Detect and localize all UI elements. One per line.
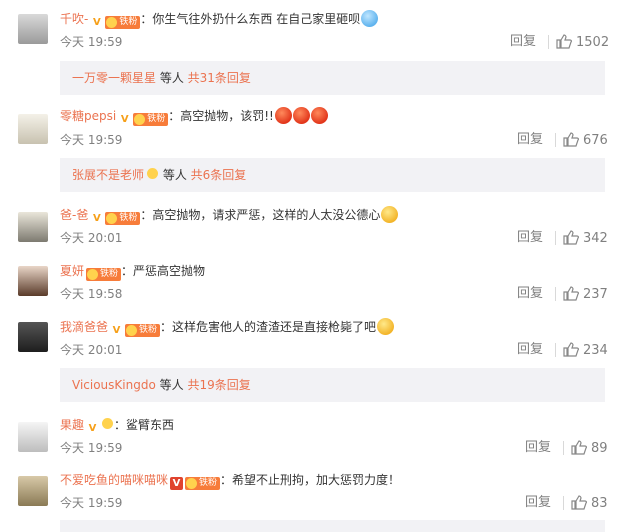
comment-time: 今天 20:01 xyxy=(60,343,123,357)
verified-v-icon: V xyxy=(92,213,101,224)
fan-icon xyxy=(106,213,118,224)
avatar[interactable] xyxy=(18,422,48,452)
thumbs-up-icon xyxy=(556,34,573,49)
verified-v-icon: V xyxy=(92,17,101,28)
comment-text: 高空抛物，请求严惩，这样的人太没公德心 xyxy=(152,208,381,222)
username-link[interactable]: 零糖pepsi xyxy=(60,109,116,123)
like-button[interactable]: 83 xyxy=(571,495,608,512)
comment-time: 今天 19:59 xyxy=(60,441,123,455)
angry-emoji-icon xyxy=(292,107,310,124)
fan-icon xyxy=(186,478,198,489)
reply-button[interactable]: 回复 xyxy=(517,342,543,358)
sub-reply-count[interactable]: 共6条回复 xyxy=(191,168,247,182)
comment-time: 今天 19:59 xyxy=(60,496,123,510)
comment-time: 今天 19:59 xyxy=(60,35,123,49)
sub-reply-user[interactable]: 张展不是老师 xyxy=(72,168,144,182)
divider xyxy=(548,35,549,49)
thumbs-up-icon xyxy=(563,132,580,147)
comment-text: 高空抛物，该罚!! xyxy=(180,109,274,123)
reply-button[interactable]: 回复 xyxy=(517,286,543,302)
emoji-icon xyxy=(361,10,379,27)
divider xyxy=(555,133,556,147)
reply-button[interactable]: 回复 xyxy=(525,440,551,456)
reply-button[interactable]: 回复 xyxy=(510,34,536,50)
like-button[interactable]: 676 xyxy=(563,132,608,149)
emoji-icon xyxy=(381,206,399,223)
divider xyxy=(555,231,556,245)
reply-button[interactable]: 回复 xyxy=(525,495,551,511)
fan-badge[interactable]: 铁粉 xyxy=(133,113,169,126)
emoji-icon xyxy=(377,318,395,335)
username-link[interactable]: 果趣 xyxy=(60,418,84,432)
comment-text: 鲨臂东西 xyxy=(126,418,175,432)
comment-time: 今天 19:58 xyxy=(60,287,123,301)
divider xyxy=(563,441,564,455)
sub-reply-count[interactable]: 共19条回复 xyxy=(187,378,250,392)
avatar[interactable] xyxy=(18,322,48,352)
fan-badge[interactable]: 铁粉 xyxy=(185,477,221,490)
like-button[interactable]: 89 xyxy=(571,440,608,457)
fan-icon xyxy=(146,167,159,180)
comment-text: 你生气往外扔什么东西 在自己家里砸呗 xyxy=(152,12,361,26)
like-button[interactable]: 234 xyxy=(563,342,608,359)
verified-v-icon: V xyxy=(88,423,97,434)
sub-reply-count[interactable]: 共31条回复 xyxy=(188,71,251,85)
thumbs-up-icon xyxy=(563,342,580,357)
verified-v-icon: V xyxy=(112,325,121,336)
fan-badge[interactable]: 铁粉 xyxy=(86,268,122,281)
verified-v-icon: V xyxy=(120,114,129,125)
username-link[interactable]: 我滴爸爸 xyxy=(60,320,108,334)
comment-time: 今天 20:01 xyxy=(60,231,123,245)
username-link[interactable]: 不爱吃鱼的喵咪喵咪 xyxy=(60,473,168,487)
like-button[interactable]: 1502 xyxy=(556,34,609,51)
thumbs-up-icon xyxy=(571,495,588,510)
fan-icon xyxy=(87,269,99,280)
fan-icon xyxy=(106,17,118,28)
divider xyxy=(563,496,564,510)
fan-badge[interactable]: 铁粉 xyxy=(105,16,141,29)
fan-badge[interactable]: 铁粉 xyxy=(105,212,141,225)
thumbs-up-icon xyxy=(563,286,580,301)
verified-v-icon: V xyxy=(170,477,184,490)
comment-text: 这样危害他人的渣渣还是直接枪毙了吧 xyxy=(172,320,377,334)
like-button[interactable]: 237 xyxy=(563,286,608,303)
sub-reply-box xyxy=(60,520,605,532)
fan-icon xyxy=(134,114,146,125)
comment-text: 希望不止刑拘，加大惩罚力度！ xyxy=(232,473,401,487)
sub-reply-user[interactable]: ViciousKingdo xyxy=(72,378,156,392)
reply-button[interactable]: 回复 xyxy=(517,132,543,148)
avatar[interactable] xyxy=(18,114,48,144)
username-link[interactable]: 爸-爸 xyxy=(60,208,88,222)
username-link[interactable]: 夏妍 xyxy=(60,264,84,278)
avatar[interactable] xyxy=(18,212,48,242)
reply-button[interactable]: 回复 xyxy=(517,230,543,246)
fan-icon xyxy=(101,417,114,430)
angry-emoji-icon xyxy=(274,107,292,124)
sub-reply-box[interactable]: 一万零一颗星星 等人 共31条回复 xyxy=(60,61,605,95)
sub-reply-user[interactable]: 一万零一颗星星 xyxy=(72,71,156,85)
angry-emoji-icon xyxy=(310,107,328,124)
avatar[interactable] xyxy=(18,476,48,506)
fan-icon xyxy=(126,325,138,336)
thumbs-up-icon xyxy=(563,230,580,245)
avatar[interactable] xyxy=(18,14,48,44)
divider xyxy=(555,343,556,357)
thumbs-up-icon xyxy=(571,440,588,455)
sub-reply-box[interactable]: 张展不是老师 等人 共6条回复 xyxy=(60,158,605,192)
divider xyxy=(555,287,556,301)
fan-badge[interactable]: 铁粉 xyxy=(125,324,161,337)
comment-time: 今天 19:59 xyxy=(60,133,123,147)
avatar[interactable] xyxy=(18,266,48,296)
sub-reply-box[interactable]: ViciousKingdo 等人 共19条回复 xyxy=(60,368,605,402)
comment-text: 严惩高空抛物 xyxy=(133,264,206,278)
username-link[interactable]: 千吹- xyxy=(60,12,88,26)
like-button[interactable]: 342 xyxy=(563,230,608,247)
